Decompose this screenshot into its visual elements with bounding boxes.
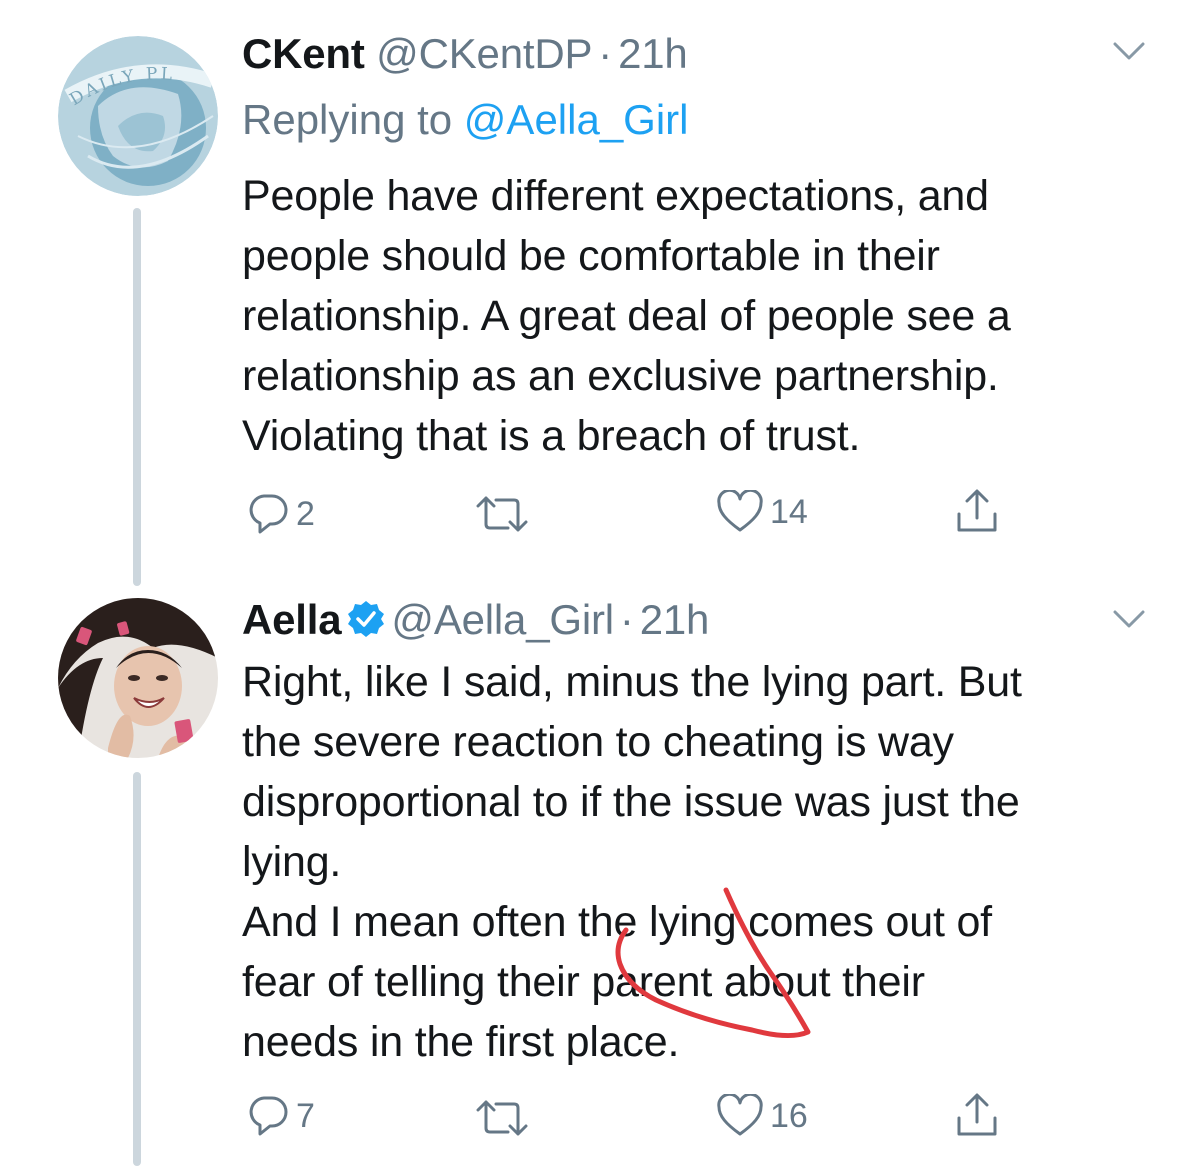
retweet-icon <box>476 1100 528 1136</box>
share-button[interactable] <box>954 1092 1000 1138</box>
display-name[interactable]: Aella <box>242 596 342 643</box>
tweet-text: People have different expectations, and … <box>242 172 1011 460</box>
timestamp[interactable]: 21h <box>640 596 710 643</box>
like-count: 14 <box>770 492 808 531</box>
handle[interactable]: @Aella_Girl <box>391 596 614 643</box>
like-count: 16 <box>770 1096 808 1135</box>
tweet-text: Right, like I said, minus the lying part… <box>242 658 1022 1066</box>
tweet-header: CKent @CKentDP · 21h <box>242 30 688 78</box>
share-button[interactable] <box>954 488 1000 534</box>
reply-count: 2 <box>296 494 315 533</box>
verified-badge-icon <box>347 600 385 648</box>
share-icon <box>957 489 997 532</box>
thread-line-upper <box>133 208 141 586</box>
timestamp[interactable]: 21h <box>618 30 688 77</box>
globe-logo-icon: DAILY PL <box>58 36 218 196</box>
share-icon <box>957 1093 997 1136</box>
profile-photo-icon <box>58 598 218 758</box>
reply-icon <box>249 494 288 534</box>
retweet-button[interactable] <box>474 1098 530 1138</box>
chevron-down-icon[interactable] <box>1112 608 1146 635</box>
tweet-header: Aella @Aella_Girl · 21h <box>242 596 709 648</box>
thread-line-lower <box>133 772 141 1166</box>
avatar-ckent[interactable]: DAILY PL <box>58 36 218 196</box>
reply-button[interactable]: 7 <box>246 1094 315 1138</box>
retweet-button[interactable] <box>474 494 530 534</box>
reply-icon <box>249 1096 288 1136</box>
separator: · <box>619 596 634 643</box>
handle[interactable]: @CKentDP <box>376 30 592 77</box>
like-icon <box>717 490 763 532</box>
reply-count: 7 <box>296 1096 315 1135</box>
replying-to-label: Replying to <box>242 96 464 143</box>
display-name[interactable]: CKent <box>242 30 365 77</box>
chevron-down-icon[interactable] <box>1112 40 1146 67</box>
avatar-aella[interactable] <box>58 598 218 758</box>
like-icon <box>717 1094 763 1136</box>
retweet-icon <box>476 496 528 532</box>
separator: · <box>598 30 613 77</box>
replying-to: Replying to @Aella_Girl <box>242 96 689 144</box>
replying-to-handle-link[interactable]: @Aella_Girl <box>464 96 689 143</box>
like-button[interactable]: 16 <box>716 1094 808 1138</box>
reply-button[interactable]: 2 <box>246 492 315 536</box>
like-button[interactable]: 14 <box>716 490 808 534</box>
